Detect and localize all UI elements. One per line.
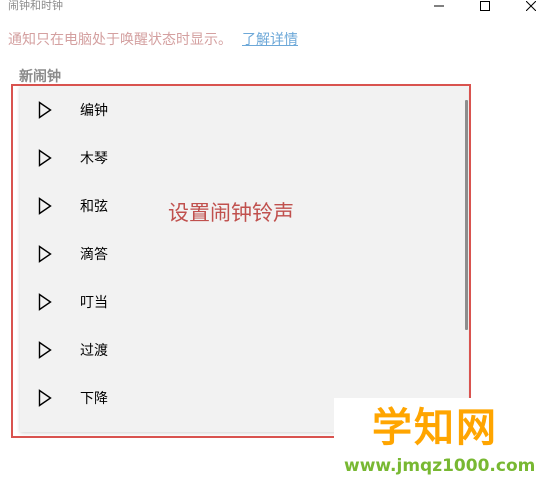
ringtone-label: 编钟 xyxy=(80,103,108,119)
play-icon[interactable] xyxy=(38,149,52,167)
ringtone-item[interactable]: 滴答 xyxy=(20,230,460,278)
watermark-brand: 学知网 xyxy=(372,405,498,451)
maximize-icon xyxy=(480,1,490,11)
learn-more-link[interactable]: 了解详情 xyxy=(242,32,298,48)
play-icon[interactable] xyxy=(38,341,52,359)
window-controls xyxy=(416,0,554,12)
minimize-icon xyxy=(434,5,444,7)
play-icon[interactable] xyxy=(38,197,52,215)
app-title: 闹钟和时钟 xyxy=(8,0,63,12)
ringtone-item[interactable]: 木琴 xyxy=(20,134,460,182)
ringtone-label: 和弦 xyxy=(80,199,108,215)
ringtone-label: 下降 xyxy=(80,391,108,407)
watermark: 学知网 www.jmqz1000.com xyxy=(334,398,554,484)
minimize-button[interactable] xyxy=(416,0,462,12)
wake-notice: 通知只在电脑处于唤醒状态时显示。 了解详情 xyxy=(8,29,298,49)
ringtone-label: 叮当 xyxy=(80,295,108,311)
new-alarm-label: 新闹钟 xyxy=(19,69,61,85)
ringtone-item[interactable]: 叮当 xyxy=(20,278,460,326)
ringtone-label: 木琴 xyxy=(80,151,108,167)
ringtone-item[interactable]: 过渡 xyxy=(20,326,460,374)
play-icon[interactable] xyxy=(38,101,52,119)
maximize-button[interactable] xyxy=(462,0,508,12)
play-icon[interactable] xyxy=(38,245,52,263)
watermark-url: www.jmqz1000.com xyxy=(344,456,536,476)
close-button[interactable] xyxy=(508,0,554,12)
play-icon[interactable] xyxy=(38,389,52,407)
ringtone-label: 过渡 xyxy=(80,343,108,359)
play-icon[interactable] xyxy=(38,293,52,311)
notice-text: 通知只在电脑处于唤醒状态时显示。 xyxy=(8,32,232,48)
ringtone-label: 滴答 xyxy=(80,247,108,263)
close-icon xyxy=(526,1,536,11)
scrollbar-thumb[interactable] xyxy=(465,100,468,330)
ringtone-item[interactable]: 编钟 xyxy=(20,86,460,134)
annotation-label: 设置闹钟铃声 xyxy=(168,201,294,225)
